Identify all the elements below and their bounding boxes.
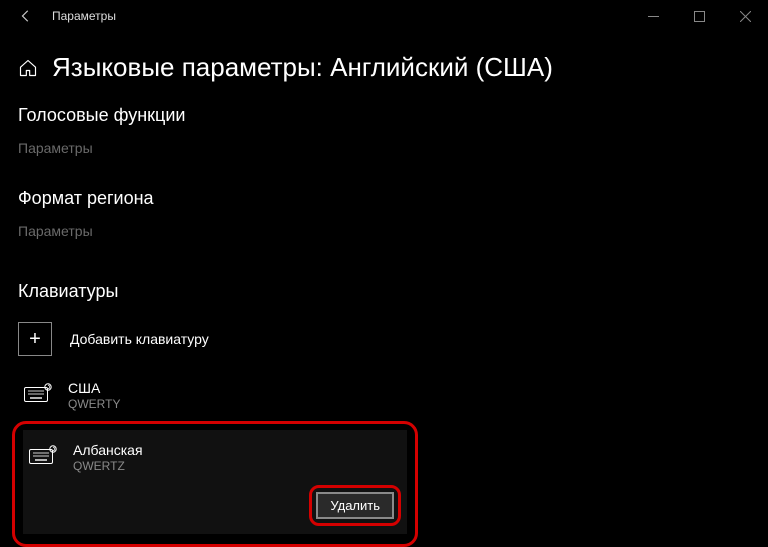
add-keyboard-button[interactable]: + Добавить клавиатуру	[18, 322, 750, 356]
keyboard-icon	[24, 383, 52, 408]
keyboard-actions: Удалить	[27, 479, 407, 528]
keyboards-heading: Клавиатуры	[18, 281, 750, 302]
plus-icon: +	[18, 322, 52, 356]
keyboard-item-usa[interactable]: США QWERTY	[18, 374, 750, 421]
minimize-button[interactable]	[630, 0, 676, 32]
close-button[interactable]	[722, 0, 768, 32]
title-bar: Параметры	[0, 0, 768, 32]
remove-highlight: Удалить	[309, 485, 401, 526]
page-header: Языковые параметры: Английский (США)	[18, 52, 750, 83]
region-heading: Формат региона	[18, 188, 750, 209]
window-controls	[630, 0, 768, 32]
window-title: Параметры	[52, 9, 630, 23]
add-keyboard-label: Добавить клавиатуру	[70, 331, 209, 347]
keyboard-item-albanian-selected: Албанская QWERTZ Удалить	[12, 421, 418, 547]
keyboard-icon	[29, 445, 57, 470]
speech-settings-link[interactable]: Параметры	[18, 140, 93, 156]
remove-button[interactable]: Удалить	[316, 492, 394, 519]
home-icon[interactable]	[18, 58, 38, 78]
speech-heading: Голосовые функции	[18, 105, 750, 126]
page-title: Языковые параметры: Английский (США)	[52, 52, 553, 83]
keyboard-name: США	[68, 380, 120, 397]
keyboard-item-albanian[interactable]: Албанская QWERTZ	[27, 436, 407, 479]
keyboard-layout: QWERTY	[68, 397, 120, 411]
content-area: Языковые параметры: Английский (США) Гол…	[0, 32, 768, 547]
keyboard-name: Албанская	[73, 442, 143, 459]
region-settings-link[interactable]: Параметры	[18, 223, 93, 239]
back-button[interactable]	[14, 4, 38, 28]
maximize-button[interactable]	[676, 0, 722, 32]
keyboard-layout: QWERTZ	[73, 459, 143, 473]
